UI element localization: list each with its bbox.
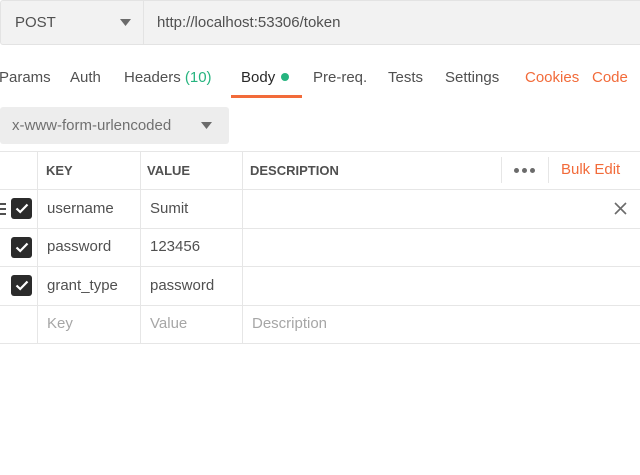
checkmark-icon [15, 280, 28, 291]
divider [501, 157, 502, 183]
body-type-label: x-www-form-urlencoded [12, 117, 172, 134]
method-label: POST [15, 14, 56, 31]
column-header-value: VALUE [147, 163, 191, 178]
method-select[interactable]: POST [0, 0, 144, 45]
body-active-dot [281, 73, 290, 81]
form-data-table: KEY VALUE DESCRIPTION Bulk Edit username… [0, 151, 640, 344]
bulk-edit-button[interactable]: Bulk Edit [561, 161, 620, 178]
headers-count-badge: (10) [184, 69, 212, 86]
chevron-down-icon [201, 122, 212, 129]
divider [0, 305, 640, 306]
row-value[interactable]: Sumit [150, 200, 188, 217]
divider [0, 266, 640, 267]
tab-auth[interactable]: Auth [70, 69, 101, 86]
tab-headers-label: Headers [124, 69, 181, 86]
checkmark-icon [15, 203, 28, 214]
divider [0, 343, 640, 344]
divider [140, 151, 141, 344]
divider [548, 157, 549, 183]
divider [0, 228, 640, 229]
row-checkbox[interactable] [11, 198, 32, 219]
description-input[interactable]: Description [252, 315, 327, 332]
active-tab-indicator [231, 95, 302, 98]
tab-params[interactable]: Params [0, 69, 51, 86]
divider [0, 151, 640, 152]
request-tabs: Params Auth Headers (10) Body Pre-req. T… [0, 58, 640, 100]
more-options-icon[interactable] [514, 168, 535, 173]
divider [0, 189, 640, 190]
cookies-link[interactable]: Cookies [525, 69, 579, 86]
close-icon[interactable] [614, 202, 627, 215]
row-key[interactable]: grant_type [47, 277, 118, 294]
key-input[interactable]: Key [47, 315, 73, 332]
chevron-down-icon [120, 19, 131, 26]
checkmark-icon [15, 242, 28, 253]
drag-handle-icon[interactable] [0, 203, 6, 218]
tab-settings[interactable]: Settings [445, 69, 499, 86]
tab-body[interactable]: Body [241, 69, 290, 86]
tab-tests[interactable]: Tests [388, 69, 423, 86]
row-key[interactable]: username [47, 200, 114, 217]
url-text: http://localhost:53306/token [157, 14, 341, 31]
column-header-description: DESCRIPTION [250, 163, 339, 178]
row-checkbox[interactable] [11, 237, 32, 258]
request-bar: POST http://localhost:53306/token [0, 0, 640, 46]
tab-headers[interactable]: Headers (10) [124, 69, 212, 86]
row-value[interactable]: password [150, 277, 214, 294]
body-type-select[interactable]: x-www-form-urlencoded [0, 107, 229, 144]
row-checkbox[interactable] [11, 275, 32, 296]
row-key[interactable]: password [47, 238, 111, 255]
code-link[interactable]: Code [592, 69, 628, 86]
column-header-key: KEY [46, 163, 73, 178]
row-value[interactable]: 123456 [150, 238, 200, 255]
tab-prerequest[interactable]: Pre-req. [313, 69, 367, 86]
url-input[interactable]: http://localhost:53306/token [144, 0, 640, 45]
divider [37, 151, 38, 344]
tab-body-label: Body [241, 69, 276, 86]
divider [242, 151, 243, 344]
value-input[interactable]: Value [150, 315, 187, 332]
